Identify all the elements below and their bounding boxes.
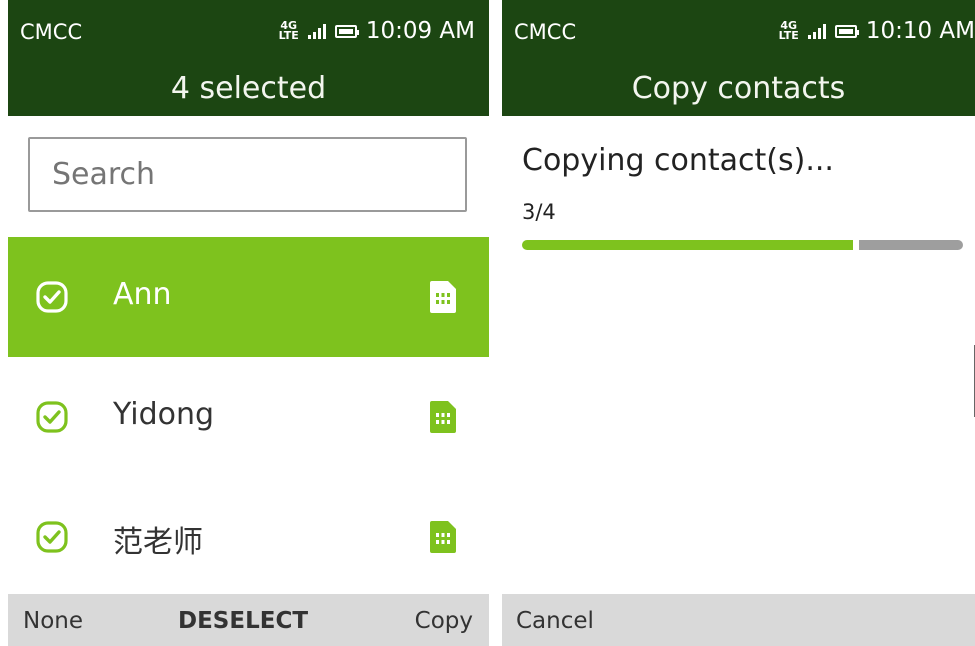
contact-name: Yidong — [113, 397, 215, 432]
status-icons: 4G LTE 10:09 AM — [279, 18, 475, 44]
status-icons: 4G LTE 10:10 AM — [779, 18, 975, 44]
contact-name: 范老师 — [113, 525, 203, 560]
contact-name: Ann — [113, 277, 172, 312]
progress-bar — [522, 240, 963, 250]
checkbox-checked-icon[interactable] — [36, 521, 68, 553]
page-title: 4 selected — [8, 64, 489, 116]
softkey-cancel[interactable]: Cancel — [516, 608, 594, 634]
contact-row[interactable]: 范老师 — [8, 477, 489, 597]
battery-icon — [834, 24, 859, 38]
progress-bar-remaining — [859, 240, 963, 250]
checkbox-checked-icon[interactable] — [36, 401, 68, 433]
softkey-deselect[interactable]: DESELECT — [178, 608, 308, 634]
status-bar: CMCC 4G LTE 10:09 AM — [8, 0, 489, 64]
sim-card-icon — [430, 281, 456, 313]
contact-row[interactable]: Ann — [8, 237, 489, 357]
network-type-icon: 4G LTE — [778, 19, 799, 42]
checkbox-checked-icon[interactable] — [36, 281, 68, 313]
battery-icon — [334, 24, 359, 38]
page-title: Copy contacts — [502, 64, 975, 116]
clock: 10:10 AM — [865, 18, 975, 44]
progress-bar-fill — [522, 240, 853, 250]
softkey-bar: Cancel — [502, 594, 975, 646]
copy-contacts-screen: CMCC 4G LTE 10:10 AM Copy contacts Copyi… — [502, 0, 975, 646]
status-bar: CMCC 4G LTE 10:10 AM — [502, 0, 975, 64]
softkey-bar: None DESELECT Copy — [8, 594, 489, 646]
sim-card-icon — [430, 521, 456, 553]
search-input[interactable] — [28, 137, 467, 212]
signal-strength-icon — [807, 23, 826, 39]
sim-card-icon — [430, 401, 456, 433]
signal-strength-icon — [307, 23, 326, 39]
carrier-label: CMCC — [514, 20, 577, 44]
carrier-label: CMCC — [20, 20, 83, 44]
contacts-select-screen: CMCC 4G LTE 10:09 AM 4 selected Ann Yidon… — [8, 0, 489, 646]
network-type-icon: 4G LTE — [278, 19, 299, 42]
contact-row[interactable]: Yidong — [8, 357, 489, 477]
softkey-copy[interactable]: Copy — [415, 608, 473, 634]
clock: 10:09 AM — [365, 18, 475, 44]
softkey-none[interactable]: None — [23, 608, 83, 634]
progress-count: 3/4 — [522, 200, 556, 224]
progress-message: Copying contact(s)... — [522, 143, 834, 178]
